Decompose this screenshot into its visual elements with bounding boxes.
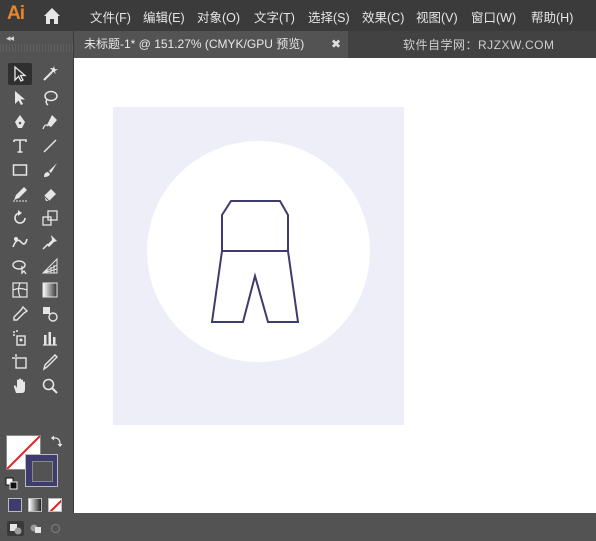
selection-arrow-icon: [14, 65, 27, 82]
artboard-icon: [12, 354, 27, 369]
draw-normal-button[interactable]: [7, 521, 24, 536]
menu-type[interactable]: 文字(T): [254, 7, 295, 26]
pen-nib-icon: [15, 115, 25, 128]
slice-knife-icon: [42, 354, 58, 371]
direct-selection-tool[interactable]: [8, 87, 32, 109]
column-graph-tool[interactable]: [38, 327, 62, 349]
blend-tool[interactable]: [38, 303, 62, 325]
menu-help[interactable]: 帮助(H): [531, 7, 573, 26]
warp-tool[interactable]: [8, 231, 32, 253]
menu-bar: Ai 文件(F) 编辑(E) 对象(O) 文字(T) 选择(S) 效果(C) 视…: [0, 0, 596, 31]
menu-file[interactable]: 文件(F): [90, 7, 131, 26]
draw-inside-button[interactable]: [47, 521, 64, 536]
home-icon[interactable]: [42, 6, 62, 26]
app-logo: Ai: [7, 3, 25, 24]
direct-selection-arrow-icon: [15, 91, 25, 105]
type-t-icon: [13, 139, 27, 153]
tools-panel: ◂◂: [0, 31, 74, 536]
puppet-warp-tool[interactable]: [38, 231, 62, 253]
overalls-drawing[interactable]: [74, 58, 596, 513]
rotate-tool[interactable]: [8, 207, 32, 229]
draw-normal-icon: [10, 524, 22, 535]
line-segment-tool[interactable]: [38, 135, 62, 157]
slice-tool[interactable]: [38, 351, 62, 373]
hand-tool[interactable]: [8, 375, 32, 397]
overalls-legs[interactable]: [210, 250, 300, 323]
document-tab[interactable]: 未标题-1* @ 151.27% (CMYK/GPU 预览) ✖: [74, 31, 348, 58]
zoom-tool[interactable]: [38, 375, 62, 397]
lasso-icon: [44, 90, 58, 106]
default-fill-stroke-icon[interactable]: [5, 477, 18, 490]
gradient-tool[interactable]: [38, 279, 62, 301]
paintbrush-tool[interactable]: [38, 159, 62, 181]
line-segment-icon: [43, 139, 57, 153]
warp-icon: [12, 237, 28, 248]
eyedropper-icon: [13, 305, 29, 321]
site-watermark: 软件自学网：RJZXW.COM: [403, 38, 555, 52]
draw-behind-button[interactable]: [27, 521, 44, 536]
none-mode-button[interactable]: [48, 498, 62, 512]
scale-tool[interactable]: [38, 207, 62, 229]
close-tab-icon[interactable]: ✖: [331, 31, 341, 58]
magic-wand-tool[interactable]: [38, 63, 62, 85]
pen-tool[interactable]: [8, 111, 32, 133]
gradient-mode-button[interactable]: [28, 498, 42, 512]
artboard-tool[interactable]: [8, 351, 32, 373]
draw-behind-icon: [30, 524, 41, 533]
eraser-tool[interactable]: [38, 183, 62, 205]
symbol-sprayer-tool[interactable]: [8, 327, 32, 349]
collapse-toolbar-button[interactable]: ◂◂: [6, 33, 14, 44]
menu-edit[interactable]: 编辑(E): [143, 7, 185, 26]
symbol-sprayer-icon: [13, 330, 26, 346]
toolbar-grip[interactable]: [0, 44, 73, 52]
menu-object[interactable]: 对象(O): [197, 7, 240, 26]
rotate-icon: [14, 210, 26, 224]
gradient-icon: [42, 282, 58, 298]
magic-wand-icon: [43, 66, 58, 81]
menu-select[interactable]: 选择(S): [308, 7, 350, 26]
document-tab-title: 未标题-1* @ 151.27% (CMYK/GPU 预览): [84, 37, 305, 51]
lasso-tool[interactable]: [38, 87, 62, 109]
hand-icon: [13, 378, 25, 393]
mesh-icon: [12, 282, 28, 298]
none-slash-icon: [49, 499, 61, 511]
rectangle-icon: [12, 164, 28, 176]
perspective-grid-icon: [41, 257, 58, 274]
eraser-icon: [43, 189, 56, 202]
puppet-pin-icon: [42, 235, 57, 250]
rectangle-tool[interactable]: [8, 159, 32, 181]
paintbrush-icon: [44, 163, 57, 177]
document-tab-bar: 未标题-1* @ 151.27% (CMYK/GPU 预览) ✖ 软件自学网：R…: [74, 31, 596, 58]
menu-window[interactable]: 窗口(W): [471, 7, 516, 26]
curvature-tool[interactable]: [38, 111, 62, 133]
curvature-pen-icon: [42, 115, 57, 130]
overalls-bib[interactable]: [221, 200, 289, 252]
mesh-tool[interactable]: [8, 279, 32, 301]
type-tool[interactable]: [8, 135, 32, 157]
perspective-grid-tool[interactable]: [38, 255, 62, 277]
menu-view[interactable]: 视图(V): [416, 7, 458, 26]
menu-effect[interactable]: 效果(C): [362, 7, 404, 26]
selection-tool[interactable]: [8, 63, 32, 85]
eyedropper-tool[interactable]: [8, 303, 32, 325]
canvas[interactable]: [74, 58, 596, 513]
shape-builder-tool[interactable]: [8, 255, 32, 277]
color-mode-button[interactable]: [8, 498, 22, 512]
shape-builder-icon: [12, 260, 27, 275]
shaper-pencil-icon: [13, 187, 27, 202]
stroke-swatch[interactable]: [25, 454, 58, 487]
shaper-tool[interactable]: [8, 183, 32, 205]
swap-fill-stroke-icon[interactable]: [50, 434, 64, 448]
draw-inside-icon: [50, 523, 61, 534]
scale-icon: [42, 210, 58, 226]
zoom-magnifier-icon: [42, 378, 58, 394]
column-graph-icon: [43, 332, 57, 346]
blend-icon: [43, 307, 58, 322]
